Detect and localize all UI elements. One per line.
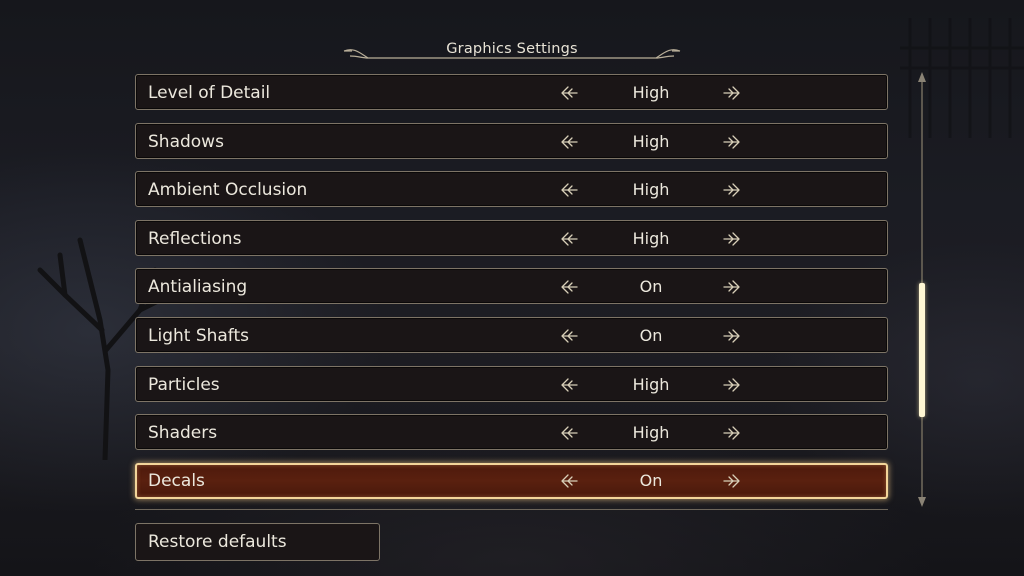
setting-row-particles[interactable]: Particles High (135, 365, 888, 402)
setting-value: High (632, 180, 670, 200)
arrow-right-icon[interactable] (723, 424, 741, 442)
setting-value: High (632, 131, 670, 151)
setting-label: Light Shafts (148, 326, 250, 346)
arrow-right-icon[interactable] (723, 181, 741, 199)
setting-label: Shadows (148, 131, 224, 152)
scrollbar-thumb[interactable] (919, 283, 925, 417)
arrow-left-icon[interactable] (560, 327, 578, 345)
setting-row-reflections[interactable]: Reflections High (135, 219, 888, 256)
arrow-right-icon[interactable] (723, 230, 741, 248)
setting-label: Reflections (148, 228, 242, 249)
arrow-left-icon[interactable] (560, 230, 578, 248)
setting-label: Level of Detail (148, 83, 271, 103)
setting-label: Shaders (148, 423, 218, 444)
arrow-left-icon[interactable] (560, 181, 578, 199)
setting-value: High (632, 423, 670, 443)
setting-label: Decals (148, 470, 205, 491)
setting-row-shadows[interactable]: Shadows High (135, 122, 888, 159)
arrow-left-icon[interactable] (560, 278, 578, 296)
arrow-left-icon[interactable] (560, 133, 578, 151)
settings-header: Graphics Settings (340, 38, 684, 68)
setting-value: On (639, 470, 663, 490)
scrollbar-top-tip-icon (918, 72, 926, 82)
arrow-left-icon[interactable] (560, 84, 578, 102)
scrollbar-bottom-tip-icon (918, 497, 926, 507)
setting-value: On (639, 277, 663, 297)
setting-row-ambient-occlusion[interactable]: Ambient Occlusion High (135, 171, 888, 208)
list-divider (135, 509, 888, 510)
setting-row-decals[interactable]: Decals On (135, 462, 888, 499)
restore-defaults-label: Restore defaults (148, 532, 287, 552)
arrow-right-icon[interactable] (723, 84, 741, 102)
restore-defaults-button[interactable]: Restore defaults (135, 523, 380, 561)
setting-label: Ambient Occlusion (148, 180, 308, 201)
arrow-left-icon[interactable] (560, 376, 578, 394)
arrow-right-icon[interactable] (723, 472, 741, 490)
setting-row-light-shafts[interactable]: Light Shafts On (135, 317, 888, 353)
setting-value: On (639, 326, 663, 345)
arrow-left-icon[interactable] (560, 424, 578, 442)
setting-label: Particles (148, 374, 220, 395)
setting-label: Antialiasing (148, 277, 248, 298)
setting-row-level-of-detail[interactable]: Level of Detail High (135, 74, 888, 110)
setting-value: High (632, 228, 670, 248)
arrow-left-icon[interactable] (560, 472, 578, 490)
arrow-right-icon[interactable] (723, 278, 741, 296)
setting-row-antialiasing[interactable]: Antialiasing On (135, 268, 888, 305)
setting-row-shaders[interactable]: Shaders High (135, 414, 888, 451)
arrow-right-icon[interactable] (723, 376, 741, 394)
arrow-right-icon[interactable] (723, 133, 741, 151)
page-title: Graphics Settings (446, 41, 578, 57)
setting-value: High (632, 83, 670, 102)
setting-value: High (632, 374, 670, 394)
arrow-right-icon[interactable] (723, 327, 741, 345)
